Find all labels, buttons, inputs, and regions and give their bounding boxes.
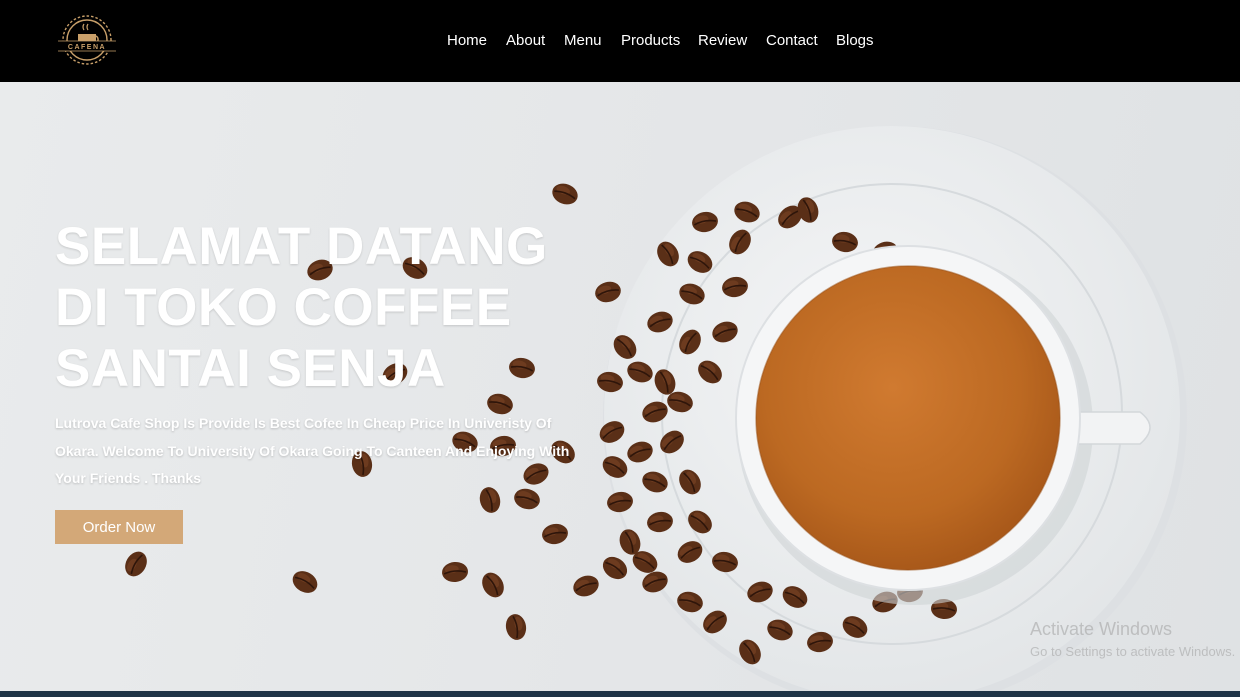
main-nav: Home About Menu Products Review Contact … bbox=[0, 0, 1240, 82]
nav-blogs[interactable]: Blogs bbox=[836, 32, 874, 49]
activate-windows-watermark: Activate Windows Go to Settings to activ… bbox=[1030, 619, 1235, 659]
hero-title-line: SELAMAT DATANG bbox=[55, 217, 548, 276]
nav-home[interactable]: Home bbox=[447, 32, 487, 49]
nav-products[interactable]: Products bbox=[621, 32, 680, 49]
bottom-strip bbox=[0, 691, 1240, 697]
hero-title-line: DI TOKO COFFEE bbox=[55, 278, 512, 337]
nav-review[interactable]: Review bbox=[698, 32, 747, 49]
order-now-button[interactable]: Order Now bbox=[55, 510, 183, 544]
top-navbar: CAFENA Home About Menu Products Review C… bbox=[0, 0, 1240, 82]
nav-contact[interactable]: Contact bbox=[766, 32, 818, 49]
nav-about[interactable]: About bbox=[506, 32, 545, 49]
hero-title: SELAMAT DATANG DI TOKO COFFEE SANTAI SEN… bbox=[55, 216, 655, 399]
hero-title-line: SANTAI SENJA bbox=[55, 339, 446, 398]
watermark-title: Activate Windows bbox=[1030, 619, 1173, 639]
watermark-subtitle: Go to Settings to activate Windows. bbox=[1030, 644, 1236, 659]
hero-description: Lutrova Cafe Shop Is Provide Is Best Cof… bbox=[55, 415, 570, 486]
hero-section: SELAMAT DATANG DI TOKO COFFEE SANTAI SEN… bbox=[0, 82, 1240, 691]
nav-menu[interactable]: Menu bbox=[564, 32, 602, 49]
